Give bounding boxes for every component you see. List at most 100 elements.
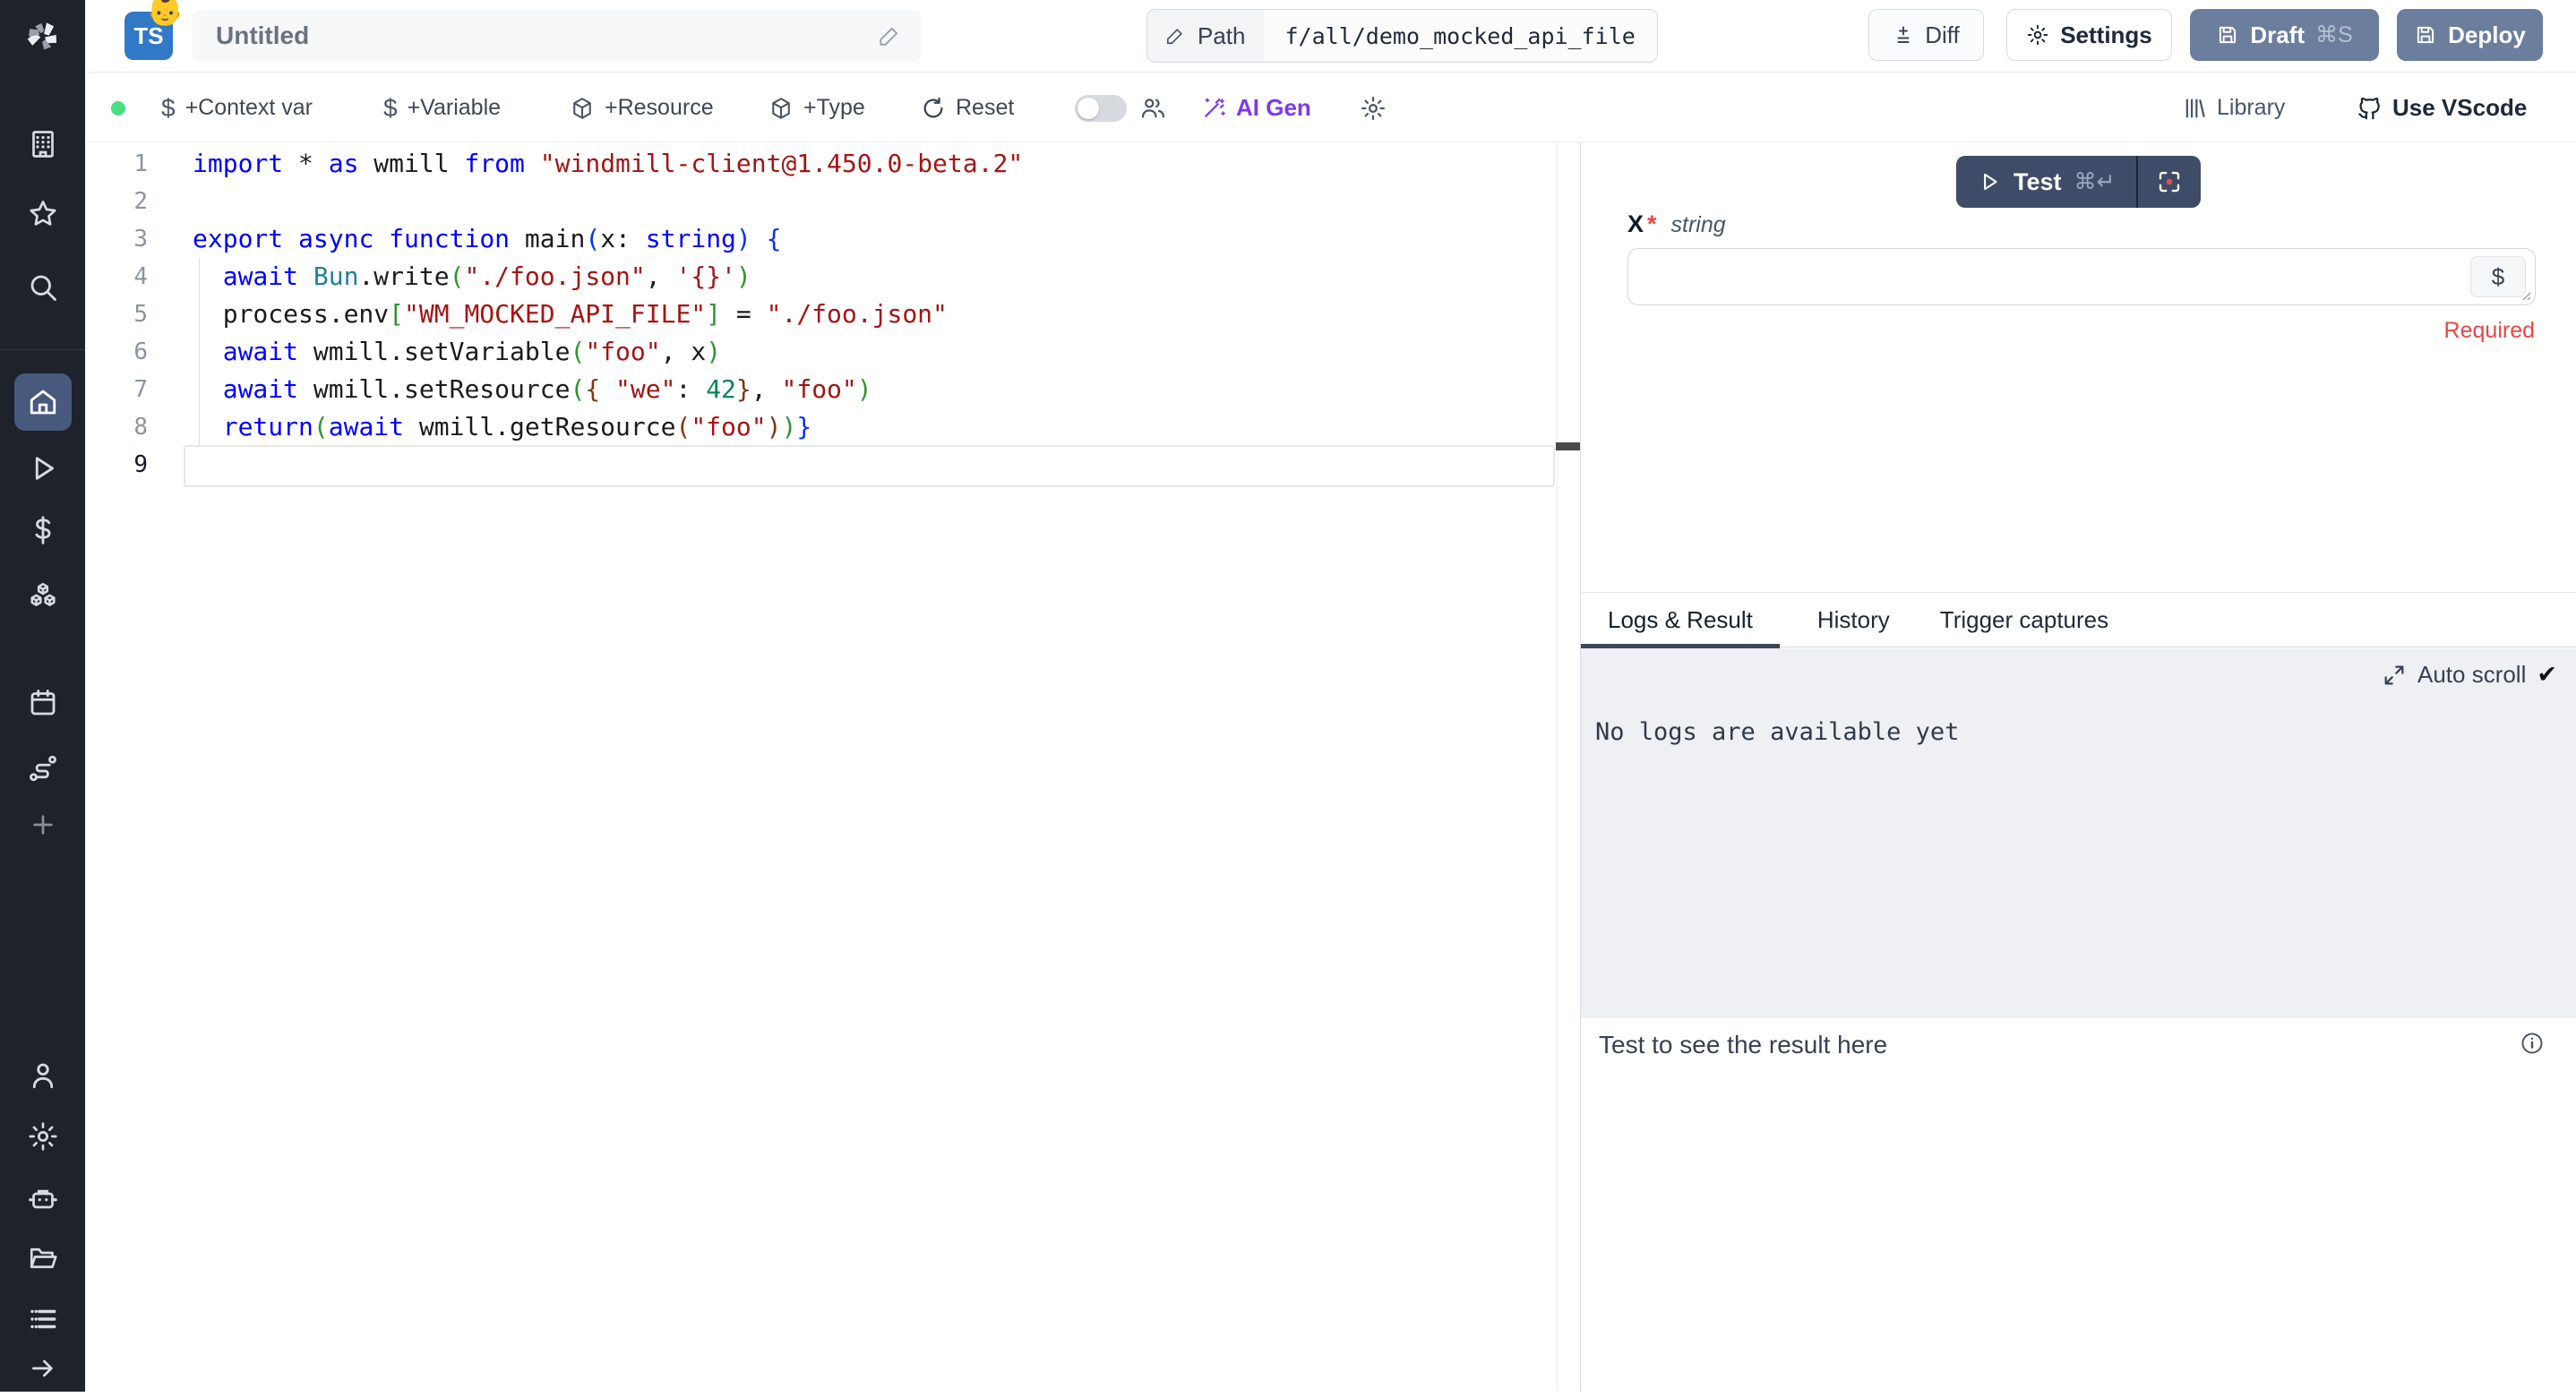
- editor-toolbar: $ +Context var $ +Variable +Resource +Ty…: [85, 73, 2576, 142]
- info-icon[interactable]: [2520, 1031, 2545, 1056]
- line-number: 7: [85, 371, 193, 408]
- code-line[interactable]: 3export async function main(x: string) {: [85, 220, 1580, 258]
- indent-guide: [199, 258, 200, 446]
- code-line[interactable]: 8 return(await wmill.getResource("foo"))…: [85, 408, 1580, 446]
- reset-label: Reset: [956, 95, 1014, 121]
- diff-button[interactable]: Diff: [1868, 9, 1984, 61]
- add-context-var-button[interactable]: $ +Context var: [161, 73, 313, 142]
- variable-dollar-icon: $: [383, 94, 398, 123]
- deploy-button[interactable]: Deploy: [2397, 9, 2543, 61]
- play-icon: [1978, 170, 2001, 193]
- edit-pencil-icon[interactable]: [878, 24, 901, 47]
- sidebar-item-folders[interactable]: [14, 1230, 72, 1287]
- gear-icon: [1360, 95, 1387, 122]
- add-resource-button[interactable]: +Resource: [570, 73, 714, 142]
- settings-button[interactable]: Settings: [2006, 9, 2172, 61]
- sidebar-item-workspace[interactable]: [14, 116, 72, 173]
- autoscroll-control[interactable]: Auto scroll ✔: [2382, 661, 2557, 689]
- code-lines: 1import * as wmill from "windmill-client…: [85, 145, 1580, 484]
- multiplayer-button[interactable]: [1139, 73, 1166, 142]
- tab-trigger-captures[interactable]: Trigger captures: [1928, 593, 2121, 647]
- code-line[interactable]: 9: [85, 446, 1580, 484]
- sidebar-item-resources[interactable]: [14, 568, 72, 625]
- magic-wand-icon: [1201, 96, 1226, 121]
- boxes-icon: [27, 580, 59, 613]
- tab-logs-result[interactable]: Logs & Result: [1581, 593, 1780, 647]
- sidebar-item-home[interactable]: [14, 373, 72, 431]
- contextvar-dollar-icon: $: [161, 94, 176, 123]
- code-line[interactable]: 7 await wmill.setResource({ "we": 42}, "…: [85, 371, 1580, 408]
- sidebar-item-user[interactable]: [14, 1047, 72, 1104]
- insert-variable-button[interactable]: $: [2470, 256, 2526, 297]
- path-label: Path: [1198, 22, 1246, 50]
- line-number: 9: [85, 446, 193, 484]
- sidebar-item-add[interactable]: [14, 796, 72, 853]
- ai-gen-label: AI Gen: [1236, 94, 1311, 122]
- result-placeholder: Test to see the result here: [1599, 1031, 1887, 1059]
- test-button-group[interactable]: Test ⌘↵: [1956, 156, 2201, 208]
- editor-scrollbar-thumb[interactable]: [1556, 442, 1580, 450]
- use-vscode-button[interactable]: Use VScode: [2356, 73, 2527, 142]
- code-line[interactable]: 5 process.env["WM_MOCKED_API_FILE"] = ".…: [85, 296, 1580, 333]
- test-button[interactable]: Test ⌘↵: [1956, 156, 2136, 208]
- sidebar-expand-button[interactable]: [14, 1340, 72, 1397]
- users-icon: [1139, 95, 1166, 122]
- plus-icon: [29, 810, 57, 839]
- resize-grip-icon[interactable]: [2520, 289, 2532, 302]
- list-icon: [28, 1304, 58, 1334]
- line-number: 3: [85, 220, 193, 258]
- draft-label: Draft: [2250, 21, 2305, 49]
- sidebar-item-runs[interactable]: [14, 440, 72, 497]
- sidebar-item-favorites[interactable]: [14, 185, 72, 243]
- ai-gen-button[interactable]: AI Gen: [1201, 73, 1311, 142]
- type-label: +Type: [803, 95, 865, 121]
- diff-mode-toggle[interactable]: [1075, 73, 1127, 142]
- script-title: Untitled: [216, 21, 878, 50]
- user-icon: [27, 1059, 59, 1092]
- topbar: TS 👶 Untitled Path f/all/demo_mocked_api…: [85, 0, 2576, 73]
- arg-type: string: [1671, 212, 1726, 238]
- required-hint: Required: [2444, 318, 2535, 344]
- preview-panel: Test ⌘↵ X * string $ Required Logs & Res…: [1580, 142, 2576, 1392]
- path-value[interactable]: f/all/demo_mocked_api_file: [1264, 10, 1657, 62]
- sidebar-item-search[interactable]: [14, 259, 72, 316]
- editor-settings-button[interactable]: [1360, 73, 1387, 142]
- capture-icon: [2156, 168, 2183, 195]
- argument-input[interactable]: $: [1627, 248, 2536, 305]
- tab-history[interactable]: History: [1805, 593, 1902, 647]
- context-var-label: +Context var: [185, 95, 313, 121]
- add-variable-button[interactable]: $ +Variable: [383, 73, 501, 142]
- path-control[interactable]: Path f/all/demo_mocked_api_file: [1146, 9, 1658, 63]
- arrow-right-icon: [29, 1354, 57, 1383]
- check-icon[interactable]: ✔: [2537, 661, 2557, 689]
- toggle-switch[interactable]: [1075, 95, 1127, 122]
- code-line[interactable]: 4 await Bun.write("./foo.json", '{}'): [85, 258, 1580, 296]
- windmill-logo[interactable]: [14, 7, 72, 64]
- sidebar-item-ai[interactable]: [14, 1170, 72, 1228]
- sidebar-item-settings[interactable]: [14, 1108, 72, 1165]
- calendar-icon: [27, 687, 59, 719]
- sidebar-item-variables[interactable]: [14, 501, 72, 559]
- path-edit-button[interactable]: Path: [1147, 10, 1264, 62]
- code-line[interactable]: 6 await wmill.setVariable("foo", x): [85, 333, 1580, 371]
- gear-icon: [2026, 23, 2049, 47]
- variable-label: +Variable: [408, 95, 501, 121]
- reset-button[interactable]: Reset: [921, 73, 1014, 142]
- draft-shortcut: ⌘S: [2315, 21, 2353, 48]
- code-editor[interactable]: 1import * as wmill from "windmill-client…: [85, 142, 1580, 1392]
- code-line[interactable]: 2: [85, 183, 1580, 220]
- sidebar-item-schedules[interactable]: [14, 674, 72, 732]
- sidebar-item-triggers[interactable]: [14, 740, 72, 797]
- capture-test-button[interactable]: [2138, 156, 2201, 208]
- line-number: 5: [85, 296, 193, 333]
- resource-label: +Resource: [605, 95, 714, 121]
- library-icon: [2182, 96, 2207, 121]
- code-line[interactable]: 1import * as wmill from "windmill-client…: [85, 145, 1580, 183]
- draft-button[interactable]: Draft ⌘S: [2190, 9, 2379, 61]
- script-title-input[interactable]: Untitled: [193, 10, 921, 62]
- add-type-button[interactable]: +Type: [769, 73, 865, 142]
- logs-empty-message: No logs are available yet: [1595, 718, 1959, 746]
- home-icon: [27, 386, 59, 418]
- library-button[interactable]: Library: [2182, 73, 2285, 142]
- test-shortcut: ⌘↵: [2074, 168, 2116, 195]
